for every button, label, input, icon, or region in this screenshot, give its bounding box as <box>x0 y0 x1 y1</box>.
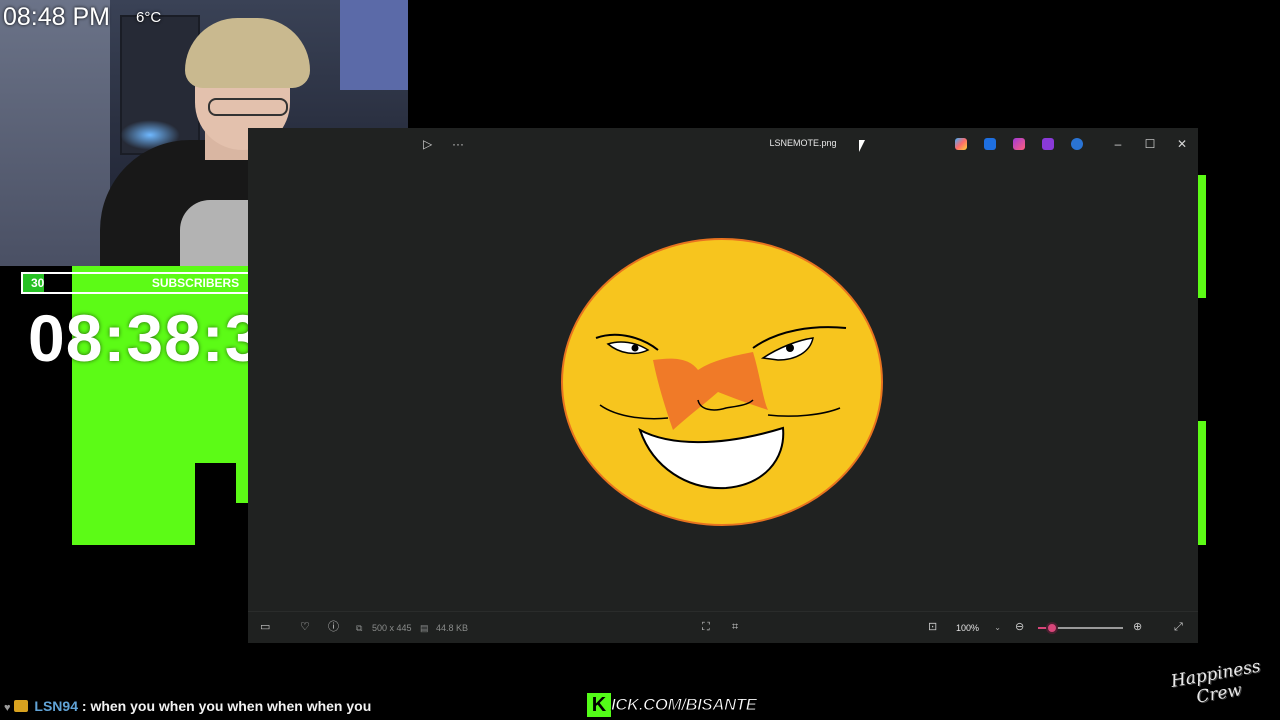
zoom-value: 100% <box>956 623 980 633</box>
onedrive-icon[interactable] <box>1071 138 1083 150</box>
streamer-hair <box>185 18 310 88</box>
green-screen-block <box>236 463 248 503</box>
mouse-cursor-icon <box>859 140 871 152</box>
emote-image <box>561 238 883 526</box>
zoom-in-icon[interactable]: ⊕ <box>1133 620 1142 634</box>
title-bar[interactable]: ▷ ··· LSNEMOTE.png – ☐ ✕ <box>408 128 1198 160</box>
copilot-icon[interactable] <box>955 138 967 150</box>
webcam-wall <box>0 0 110 266</box>
chat-text: when you when you when when when you <box>90 698 372 714</box>
file-size: 44.8 KB <box>436 623 469 633</box>
fullscreen-icon[interactable]: ⤢ <box>1174 620 1183 634</box>
heart-icon: ♥ <box>4 702 11 714</box>
green-screen-strip <box>1198 421 1206 545</box>
maximize-button[interactable]: ☐ <box>1140 134 1160 154</box>
zoom-slider-thumb[interactable] <box>1045 622 1058 634</box>
photos-edit-icon[interactable] <box>1042 138 1054 150</box>
close-button[interactable]: ✕ <box>1172 134 1192 154</box>
file-size-icon: ▤ <box>420 623 429 633</box>
zoom-out-icon[interactable]: ⊖ <box>1015 620 1024 634</box>
zoom-slider[interactable] <box>1038 622 1123 634</box>
stream-temperature: 6°C <box>136 9 162 26</box>
info-icon[interactable]: ⓘ <box>328 620 339 634</box>
dimensions-icon: ⧉ <box>356 623 363 633</box>
crown-badge-icon <box>13 700 28 712</box>
chat-separator: : <box>81 698 87 714</box>
image-dimensions: 500 x 445 <box>372 623 412 633</box>
filmstrip-icon[interactable]: ▭ <box>260 620 270 634</box>
green-screen-strip <box>1198 175 1206 298</box>
kick-logo-icon: K <box>587 693 611 717</box>
happiness-crew-watermark: Happiness Crew <box>1163 655 1273 718</box>
fit-screen-icon[interactable]: ⊡ <box>928 620 937 634</box>
favorite-icon[interactable]: ♡ <box>300 620 310 634</box>
streamer-glasses <box>208 98 288 116</box>
stream-clock: 08:48 PM <box>3 3 111 31</box>
clipchamp-icon[interactable] <box>1013 138 1025 150</box>
green-screen-block <box>72 463 195 545</box>
chat-message: ♥ LSN94 : when you when you when when wh… <box>4 697 371 715</box>
kick-branding: K ICK.COM/BISANTE <box>587 692 757 718</box>
photos-window[interactable]: ▷ ··· LSNEMOTE.png – ☐ ✕ ▭ ♡ ⓘ ⧉ 500 x 4… <box>248 128 1198 643</box>
crop-icon[interactable]: ⛶ <box>702 620 710 634</box>
kick-url: ICK.COM/BISANTE <box>611 695 758 715</box>
chevron-down-icon: ⌄ <box>994 623 1001 632</box>
chat-username: LSN94 <box>34 698 78 714</box>
webcam-poster <box>340 0 408 90</box>
scan-icon[interactable]: ⌗ <box>732 620 738 634</box>
minimize-button[interactable]: – <box>1108 134 1128 154</box>
status-bar: ▭ ♡ ⓘ ⧉ 500 x 445 ▤ 44.8 KB ⛶ ⌗ ⊡ 100% ⌄… <box>248 611 1198 643</box>
image-viewer[interactable] <box>248 160 1198 610</box>
designer-icon[interactable] <box>984 138 996 150</box>
zoom-dropdown[interactable]: 100% ⌄ <box>949 619 1007 637</box>
